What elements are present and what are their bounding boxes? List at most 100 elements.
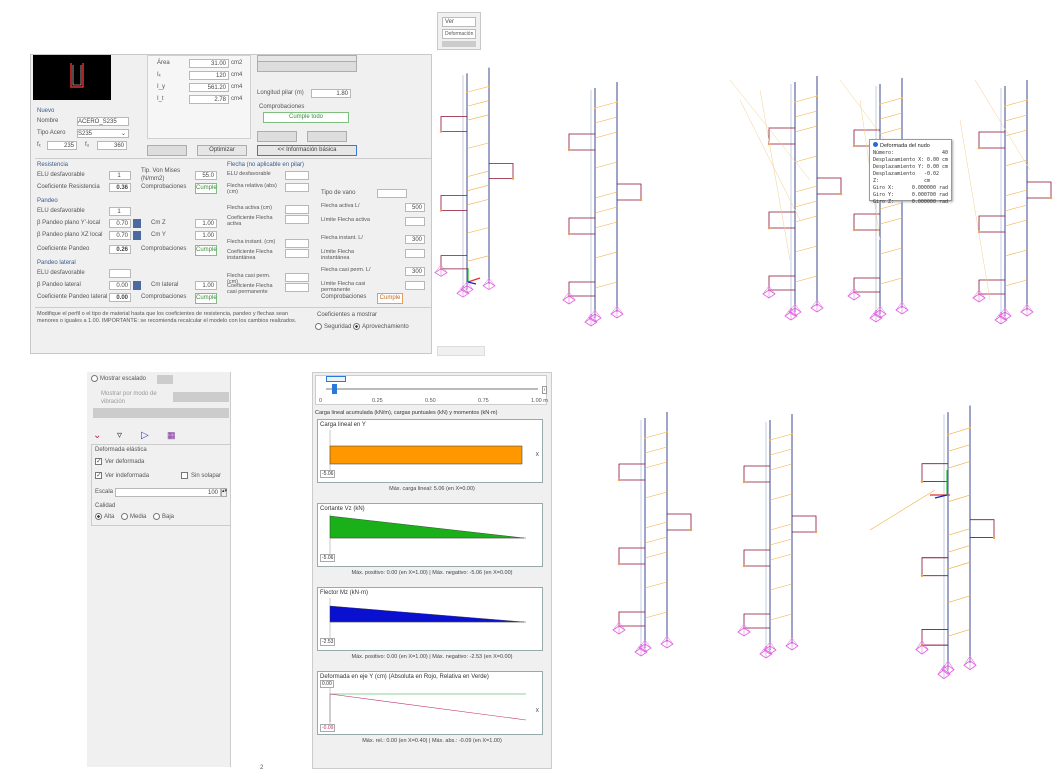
radio-dot[interactable] xyxy=(95,513,102,520)
mostrar-modo-label: Mostrar por modo de vibración xyxy=(101,391,157,405)
chart-plot xyxy=(329,514,526,556)
slider-tick-label: 0 xyxy=(319,398,323,404)
sin-solapar-label: Sin solapar xyxy=(191,473,222,480)
axis-value: -2.53 xyxy=(320,638,336,646)
calidad-baja-radio[interactable]: Baja xyxy=(153,513,174,521)
ver-deformada-label: Ver deformada xyxy=(105,459,145,466)
slider-tick-label: 1.00 m xyxy=(531,398,548,404)
chart-plot xyxy=(329,430,523,472)
mostrar-escalado-dot[interactable] xyxy=(91,375,98,382)
chart-1: Cortante Vz (kN) -5.06 xyxy=(317,503,543,567)
stepper-icon[interactable]: ▴▾ xyxy=(221,488,227,497)
escalado-input[interactable] xyxy=(157,375,173,384)
frame-view-5[interactable] xyxy=(959,80,1052,324)
chart-0: Carga lineal en Y -5.06 X xyxy=(317,419,543,483)
check-icon[interactable]: ✓ xyxy=(95,472,102,479)
deformation-tab-icon[interactable]: ⌄ xyxy=(93,430,101,441)
axis-end-label: X xyxy=(535,708,539,714)
slider-tick-label: 0.25 xyxy=(372,398,383,404)
chart-caption: Máx. positivo: 0.00 (en X=1.00) | Máx. n… xyxy=(351,654,513,660)
disabled-bar xyxy=(93,408,229,418)
slider-ticks: 0 0.25 0.50 0.75 1.00 m xyxy=(315,397,548,405)
check-icon[interactable]: ✓ xyxy=(95,458,102,465)
slider-tooltip xyxy=(326,376,346,382)
deformada-group-title: Deformada elástica xyxy=(95,447,147,453)
tooltip-val: 0.000700 rad xyxy=(911,192,948,198)
info-icon xyxy=(873,142,878,147)
modo-select[interactable] xyxy=(173,392,229,402)
tooltip-val: 0.000000 rad xyxy=(911,185,948,191)
mostrar-escalado-radio[interactable]: Mostrar escalado xyxy=(91,375,146,383)
ver-indeformada-checkbox[interactable]: ✓ Ver indeformada xyxy=(95,472,149,480)
radio-dot[interactable] xyxy=(153,513,160,520)
tooltip-rows: Número: 40 Desplazamiento X: 0.00 cm Desplaz… xyxy=(873,150,948,206)
absolute-deflection-line xyxy=(329,693,527,721)
frame-view-2[interactable] xyxy=(563,82,642,326)
tooltip-key: Giro Y: xyxy=(873,192,895,198)
shape-tab-icon[interactable]: ▿ xyxy=(117,430,122,441)
frame-view-1[interactable] xyxy=(435,68,514,297)
calidad-alta-radio[interactable]: Alta xyxy=(95,513,114,521)
diagram-panel: › 0 0.25 0.50 0.75 1.00 m Carga lineal acumu… xyxy=(312,372,552,769)
node-tooltip: Deformada del nudo Número: 40 Desplazamien… xyxy=(869,139,952,205)
scroll-right-icon[interactable]: › xyxy=(542,386,547,394)
escala-label: Escala xyxy=(95,489,114,495)
tooltip-key: Desplazamiento X: xyxy=(873,157,925,163)
frame-view-8[interactable] xyxy=(869,405,995,678)
chart-plot xyxy=(329,598,526,640)
axis-value-bottom: -0.09 xyxy=(320,724,336,732)
radio-dot[interactable] xyxy=(121,513,128,520)
chart-plot xyxy=(329,682,527,724)
axes-gizmo-icon xyxy=(467,268,481,285)
chart-caption: Máx. rel.: 0.00 (en X=0.40) | Máx. abs.:… xyxy=(362,738,502,744)
chart-2: Flector Mz (kN·m) -2.53 xyxy=(317,587,543,651)
chart-3: Deformada en eje Y (cm) (Absoluta en Roj… xyxy=(317,671,543,735)
ver-indeformada-label: Ver indeformada xyxy=(105,473,150,480)
film-tab-icon[interactable]: ▦ xyxy=(167,430,176,441)
calidad-label: Calidad xyxy=(95,503,116,509)
tooltip-title: Deformada del nudo xyxy=(880,143,930,149)
tooltip-val: 0.00 cm xyxy=(926,164,948,170)
moment-area xyxy=(329,605,525,623)
tooltip-val: 0.00 cm xyxy=(926,157,948,163)
tooltip-key: Giro Z: xyxy=(873,199,895,205)
unchecked-icon[interactable] xyxy=(181,472,188,479)
axis-value: -5.06 xyxy=(320,470,336,478)
ver-deformada-checkbox[interactable]: ✓ Ver deformada xyxy=(95,458,144,466)
calidad-media-radio[interactable]: Media xyxy=(121,513,146,521)
axis-value: -5.06 xyxy=(320,554,336,562)
sin-solapar-checkbox[interactable]: Sin solapar xyxy=(181,472,221,480)
tooltip-val: 0.000000 rad xyxy=(911,199,948,205)
display-options-panel: Mostrar escalado Mostrar por modo de vib… xyxy=(87,372,231,767)
slider-tick-label: 0.50 xyxy=(425,398,436,404)
tooltip-val: -0.02 cm xyxy=(924,171,940,184)
tooltip-row: Desplazamiento X: 0.00 cm xyxy=(873,157,948,164)
chart-caption: Máx. carga lineal: 5.06 (en X=0.00) xyxy=(389,486,475,492)
tooltip-row: Número: 40 xyxy=(873,150,948,157)
slider-tick-label: 0.75 xyxy=(478,398,489,404)
axis-value: 0.00 xyxy=(320,680,334,688)
slider-track xyxy=(326,388,538,390)
slider-thumb[interactable] xyxy=(332,384,337,394)
tooltip-title-row: Deformada del nudo xyxy=(873,142,948,150)
page-number: 2 xyxy=(260,765,264,771)
chart-caption: Máx. positivo: 0.00 (en X=1.00) | Máx. n… xyxy=(351,570,513,576)
frame-view-6[interactable] xyxy=(613,412,692,656)
toolbar-tabs: ⌄ ▿ ▷ ▦ xyxy=(91,430,231,442)
calidad-alta-label: Alta xyxy=(104,514,115,521)
load-bar xyxy=(329,445,523,465)
calidad-media-label: Media xyxy=(130,514,147,521)
tooltip-row: Giro Z: 0.000000 rad xyxy=(873,199,948,206)
play-tab-icon[interactable]: ▷ xyxy=(141,430,149,441)
frame-view-7[interactable] xyxy=(738,414,817,658)
tooltip-key: Giro X: xyxy=(873,185,895,191)
tooltip-row: Desplazamiento Y: 0.00 cm xyxy=(873,164,948,171)
mostrar-escalado-label: Mostrar escalado xyxy=(100,376,147,383)
frame-view-3[interactable] xyxy=(729,76,842,320)
tooltip-key: Desplazamiento Y: xyxy=(873,164,925,170)
axis-end-label: X xyxy=(535,452,539,458)
tooltip-key: Desplazamiento Z: xyxy=(873,171,916,184)
calidad-baja-label: Baja xyxy=(162,514,175,521)
escala-input[interactable]: 100 xyxy=(115,488,221,497)
tooltip-row: Giro Y: 0.000700 rad xyxy=(873,192,948,199)
